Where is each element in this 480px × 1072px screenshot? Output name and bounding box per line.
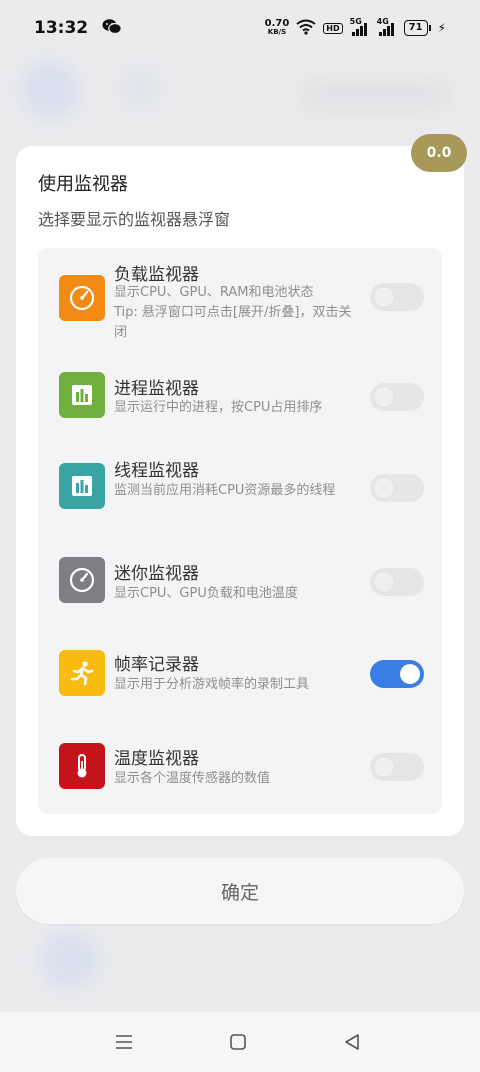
list-item-thread-monitor[interactable]: 线程监视器 监测当前应用消耗CPU资源最多的线程 <box>38 450 442 552</box>
hd-icon: HD <box>323 22 343 34</box>
list-item-temperature-monitor[interactable]: 温度监视器 显示各个温度传感器的数值 <box>38 736 442 814</box>
running-icon <box>59 650 105 696</box>
item-description: 显示CPU、GPU负载和电池温度 <box>114 586 298 601</box>
toggle-switch[interactable] <box>370 568 424 596</box>
toggle-switch[interactable] <box>370 660 424 688</box>
item-title: 进程监视器 <box>114 379 199 399</box>
toggle-switch[interactable] <box>370 753 424 781</box>
signal-5g-icon: 5G <box>350 17 370 36</box>
dialog-title: 使用监视器 <box>38 174 128 195</box>
bar-chart-icon <box>59 463 105 509</box>
wechat-icon <box>102 18 122 39</box>
value-badge: 0.0 <box>411 134 467 172</box>
menu-icon[interactable] <box>110 1028 138 1056</box>
item-description-line: Tip: 悬浮窗口可点击[展开/折叠]，双击关闭 <box>114 305 352 340</box>
back-icon[interactable] <box>338 1028 366 1056</box>
gauge-icon <box>59 275 105 321</box>
toggle-switch[interactable] <box>370 283 424 311</box>
status-time: 13:32 <box>34 18 89 38</box>
background-blur <box>118 66 162 110</box>
background-blur <box>20 60 80 120</box>
monitor-dialog: 使用监视器 选择要显示的监视器悬浮窗 负载监视器 显示CPU、GPU、RAM和电… <box>16 146 464 836</box>
list-item-mini-monitor[interactable]: 迷你监视器 显示CPU、GPU负载和电池温度 <box>38 552 442 644</box>
item-title: 温度监视器 <box>114 749 199 769</box>
wifi-icon <box>296 19 316 38</box>
charging-icon: ⚡ <box>437 21 446 35</box>
item-title: 帧率记录器 <box>114 655 199 675</box>
toggle-switch[interactable] <box>370 474 424 502</box>
list-item-load-monitor[interactable]: 负载监视器 显示CPU、GPU、RAM和电池状态 Tip: 悬浮窗口可点击[展开… <box>38 248 442 358</box>
monitor-list: 负载监视器 显示CPU、GPU、RAM和电池状态 Tip: 悬浮窗口可点击[展开… <box>38 248 442 814</box>
gauge-icon <box>59 557 105 603</box>
toggle-switch[interactable] <box>370 383 424 411</box>
bar-chart-icon <box>59 372 105 418</box>
item-title: 迷你监视器 <box>114 564 199 584</box>
item-title: 线程监视器 <box>114 461 199 481</box>
item-description: 显示用于分析游戏帧率的录制工具 <box>114 677 310 692</box>
signal-4g-icon: 4G <box>377 17 397 36</box>
background-blur <box>300 80 450 110</box>
item-description: 监测当前应用消耗CPU资源最多的线程 <box>114 483 336 498</box>
network-speed: 0.70 KB/S <box>264 18 290 37</box>
navigation-bar <box>0 1012 480 1072</box>
item-description-line: 显示CPU、GPU、RAM和电池状态 <box>114 285 314 300</box>
background-blur <box>40 930 100 990</box>
list-item-fps-recorder[interactable]: 帧率记录器 显示用于分析游戏帧率的录制工具 <box>38 644 442 736</box>
home-icon[interactable] <box>224 1028 252 1056</box>
thermometer-icon <box>59 743 105 789</box>
status-bar: 13:32 0.70 KB/S HD 5G 4G 71 ⚡ <box>0 0 480 56</box>
list-item-process-monitor[interactable]: 进程监视器 显示运行中的进程，按CPU占用排序 <box>38 358 442 450</box>
dialog-subtitle: 选择要显示的监视器悬浮窗 <box>38 210 231 229</box>
item-description: 显示运行中的进程，按CPU占用排序 <box>114 400 323 415</box>
confirm-button[interactable]: 确定 <box>16 858 464 924</box>
item-description: 显示CPU、GPU、RAM和电池状态 Tip: 悬浮窗口可点击[展开/折叠]，双… <box>114 283 364 343</box>
battery-icon: 71 <box>403 20 431 36</box>
item-title: 负载监视器 <box>114 265 199 285</box>
item-description: 显示各个温度传感器的数值 <box>114 771 271 786</box>
